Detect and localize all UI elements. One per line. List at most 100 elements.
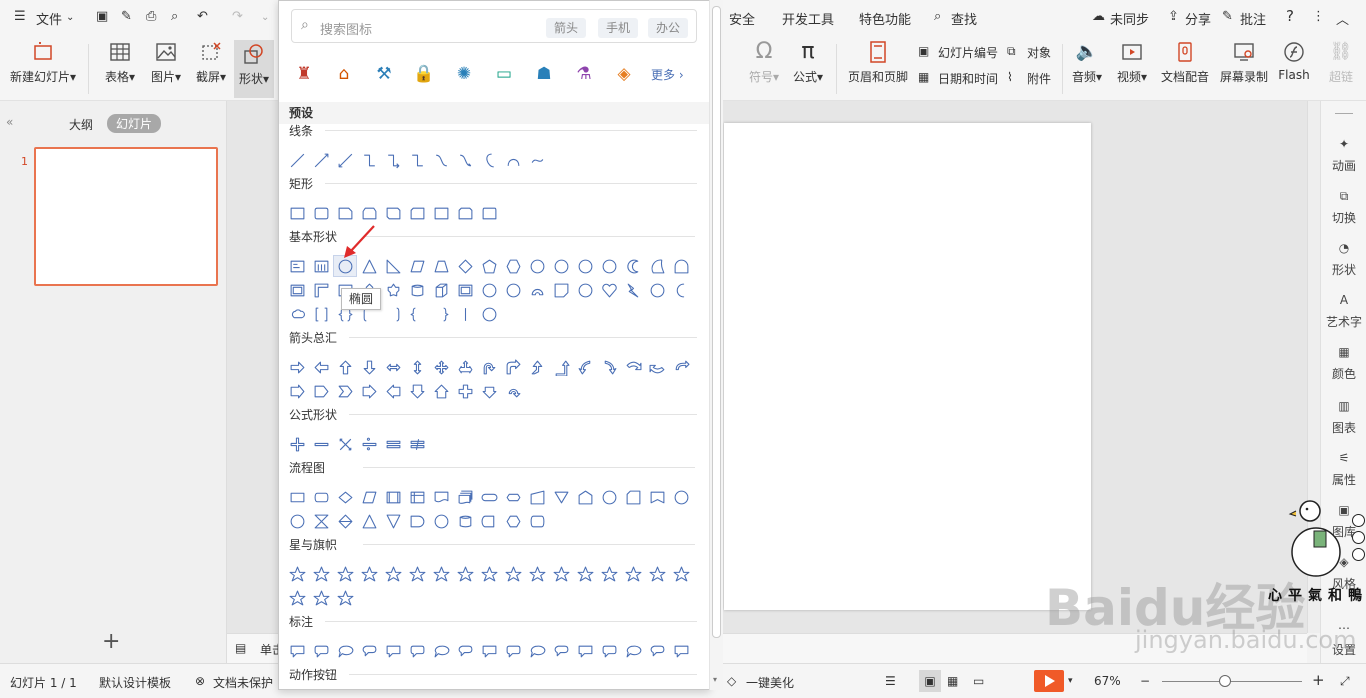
shape-option[interactable]	[333, 587, 357, 609]
sidebar-item-color[interactable]: ▦ 颜色	[1321, 345, 1366, 382]
comment-button[interactable]: 批注	[1240, 9, 1266, 28]
shape-option[interactable]	[309, 356, 333, 378]
shape-option[interactable]	[429, 563, 453, 585]
formula-button[interactable]: π 公式▾	[790, 40, 826, 85]
shape-option[interactable]	[381, 433, 405, 455]
shape-option[interactable]	[333, 356, 357, 378]
shape-option[interactable]	[477, 303, 501, 325]
normal-view-icon[interactable]: ▣	[919, 670, 941, 692]
shape-option[interactable]	[453, 640, 477, 662]
flash-button[interactable]: Flash	[1276, 40, 1312, 82]
undo-icon[interactable]: ↶	[197, 9, 208, 24]
shape-option[interactable]	[357, 149, 381, 171]
shape-option[interactable]	[405, 380, 429, 402]
shape-option[interactable]	[429, 303, 453, 325]
shape-option[interactable]	[621, 356, 645, 378]
play-dropdown-icon[interactable]: ▾	[1068, 676, 1073, 686]
sorter-view-icon[interactable]: ▦	[947, 674, 958, 688]
shape-option[interactable]	[429, 356, 453, 378]
zoom-out-button[interactable]: −	[1140, 674, 1150, 688]
shape-option[interactable]	[525, 279, 549, 301]
tab-special[interactable]: 特色功能	[859, 9, 911, 28]
shape-option[interactable]	[405, 510, 429, 532]
more-icon[interactable]: ⋮	[1312, 9, 1325, 24]
sidebar-item-animation[interactable]: ✦ 动画	[1321, 137, 1366, 174]
shape-option[interactable]	[381, 356, 405, 378]
shape-option[interactable]	[597, 356, 621, 378]
shape-option[interactable]	[381, 303, 405, 325]
shape-option[interactable]	[453, 510, 477, 532]
shape-option[interactable]	[453, 255, 477, 277]
shape-option[interactable]	[597, 255, 621, 277]
beautify-button[interactable]: 一键美化	[746, 674, 794, 691]
shape-option[interactable]	[405, 563, 429, 585]
shape-option[interactable]	[381, 510, 405, 532]
shape-option[interactable]	[285, 303, 309, 325]
shape-option[interactable]	[597, 279, 621, 301]
shape-option[interactable]	[621, 563, 645, 585]
shape-option[interactable]	[381, 255, 405, 277]
shape-option[interactable]	[357, 563, 381, 585]
screenshot-button[interactable]: 截屏▾	[191, 40, 231, 85]
shape-option[interactable]	[285, 510, 309, 532]
tab-security[interactable]: 安全	[729, 9, 755, 28]
shape-option[interactable]	[309, 587, 333, 609]
sidebar-item-properties[interactable]: ⚟ 属性	[1321, 451, 1366, 488]
search-input[interactable]: 搜索图标	[320, 19, 372, 38]
chevron-down-icon[interactable]: ⌄	[66, 12, 74, 23]
shape-option[interactable]	[285, 640, 309, 662]
shape-option[interactable]	[669, 255, 693, 277]
slide-number-button[interactable]: 幻灯片编号	[938, 44, 998, 61]
collapse-ribbon-icon[interactable]: ︿	[1336, 9, 1349, 28]
sidebar-item-transition[interactable]: ⧉ 切换	[1321, 189, 1366, 226]
shape-option[interactable]	[453, 356, 477, 378]
reading-view-icon[interactable]: ▭	[973, 674, 984, 688]
shape-option[interactable]	[381, 563, 405, 585]
shape-option[interactable]	[645, 279, 669, 301]
shape-option[interactable]	[381, 380, 405, 402]
shape-option[interactable]	[381, 149, 405, 171]
scroll-down-icon[interactable]: ▾	[713, 675, 717, 684]
shape-option[interactable]	[285, 587, 309, 609]
shape-option[interactable]	[285, 279, 309, 301]
shape-option[interactable]	[357, 486, 381, 508]
shape-option[interactable]	[525, 640, 549, 662]
shape-option[interactable]	[621, 640, 645, 662]
lock-icon[interactable]: 🔒	[411, 61, 437, 87]
shape-option[interactable]	[285, 380, 309, 402]
shape-option[interactable]	[477, 356, 501, 378]
shape-option[interactable]	[309, 486, 333, 508]
shape-option[interactable]	[381, 486, 405, 508]
attachment-button[interactable]: 附件	[1027, 70, 1051, 87]
shape-option[interactable]	[501, 149, 525, 171]
dropdown-scrollbar[interactable]: ▾	[709, 0, 723, 690]
shape-option[interactable]	[285, 433, 309, 455]
shape-option[interactable]	[549, 640, 573, 662]
shape-option[interactable]	[405, 640, 429, 662]
sync-status[interactable]: 未同步	[1110, 9, 1149, 28]
customize-chevron-icon[interactable]: ⌄	[261, 12, 269, 23]
shape-option[interactable]	[477, 380, 501, 402]
tab-outline[interactable]: 大纲	[69, 116, 93, 133]
shape-option[interactable]	[525, 486, 549, 508]
protect-status[interactable]: 文档未保护	[213, 674, 273, 691]
shape-option[interactable]	[453, 380, 477, 402]
shape-option[interactable]	[333, 149, 357, 171]
shape-option[interactable]	[381, 279, 405, 301]
shape-option[interactable]	[549, 255, 573, 277]
date-time-button[interactable]: 日期和时间	[938, 70, 998, 87]
more-icons-link[interactable]: 更多 ›	[651, 66, 684, 83]
shape-option[interactable]	[645, 356, 669, 378]
sidebar-item-wordart[interactable]: A 艺术字	[1321, 293, 1366, 330]
shape-option[interactable]	[573, 486, 597, 508]
shape-option[interactable]	[525, 510, 549, 532]
shape-option[interactable]	[573, 356, 597, 378]
shape-option[interactable]	[453, 279, 477, 301]
shape-option[interactable]	[453, 303, 477, 325]
slide-thumbnail[interactable]	[34, 147, 218, 286]
shape-option[interactable]	[309, 510, 333, 532]
box-icon[interactable]: ◈	[611, 61, 637, 87]
shape-option[interactable]	[501, 380, 525, 402]
shape-option[interactable]	[429, 486, 453, 508]
shape-option[interactable]	[285, 255, 309, 277]
